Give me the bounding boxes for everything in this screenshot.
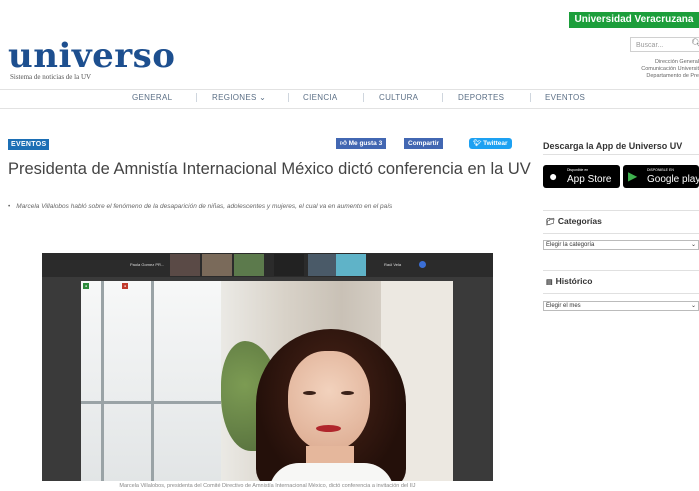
- month-select-value: Elegir el mes: [546, 303, 581, 309]
- folder-icon: 📁︎: [546, 219, 555, 226]
- video-status-badge: ●: [83, 283, 90, 289]
- google-play-button[interactable]: ▶ DISPONIBLE EN Google play: [623, 165, 699, 188]
- summary-text: Marcela Villalobos habló sobre el fenóme…: [16, 203, 393, 210]
- google-play-small-label: DISPONIBLE EN: [647, 168, 674, 172]
- participant-thumbnail: [336, 254, 366, 276]
- main-nav: GENERAL REGIONES ⌄ CIENCIA CULTURA DEPOR…: [0, 90, 699, 106]
- google-play-icon: ▶: [628, 169, 638, 183]
- apple-icon: ●: [549, 168, 558, 184]
- twitter-bird-icon: 🐦︎: [473, 140, 482, 147]
- article-summary: • Marcela Villalobos habló sobre el fenóm…: [8, 203, 528, 210]
- nav-separator: [363, 93, 364, 102]
- nav-separator: [442, 93, 443, 102]
- sidebar-rule: [543, 293, 699, 294]
- window-frame-bar: [151, 281, 154, 481]
- logo-subtitle: Sistema de noticias de la UV: [10, 73, 92, 81]
- sidebar-rule: [543, 154, 699, 155]
- nav-label: REGIONES: [212, 93, 257, 102]
- search-icon[interactable]: 🔍︎: [691, 38, 699, 49]
- speaker-eye: [341, 391, 354, 395]
- google-play-label: Google play: [647, 174, 699, 185]
- sidebar-rule: [543, 210, 699, 211]
- calendar-icon: ▤: [546, 279, 553, 286]
- speaker-lips: [316, 425, 341, 432]
- nav-separator: [530, 93, 531, 102]
- categories-heading: 📁︎ Categorías: [546, 216, 602, 226]
- search-input[interactable]: Buscar...: [630, 37, 699, 52]
- participant-avatar: [419, 261, 426, 268]
- main-video-frame: [81, 281, 453, 481]
- app-store-button[interactable]: ● Disponible en App Store: [543, 165, 620, 188]
- university-badge[interactable]: Universidad Veracruzana: [569, 12, 699, 28]
- participant-thumbnail: [170, 254, 200, 276]
- speaker-eye: [303, 391, 316, 395]
- nav-item-general[interactable]: GENERAL: [132, 93, 172, 102]
- department-info: Dirección General Comunicación Universit…: [619, 59, 699, 80]
- thumbs-up-icon: 👍︎: [340, 140, 347, 147]
- photo-caption: Marcela Villalobos, presidenta del Comit…: [119, 483, 416, 489]
- nav-item-ciencia[interactable]: CIENCIA: [303, 93, 338, 102]
- facebook-share-button[interactable]: Compartir: [404, 138, 444, 149]
- article-photo: Paola Gomez PR... Raúl Vela ● ●: [42, 253, 493, 481]
- nav-item-deportes[interactable]: DEPORTES: [458, 93, 504, 102]
- chevron-down-icon: ⌄: [690, 303, 696, 309]
- participant-name: Paola Gomez PR...: [130, 262, 165, 267]
- category-select-value: Elegir la categoría: [546, 242, 595, 248]
- speaker-shirt: [269, 463, 394, 481]
- history-heading-label: Histórico: [555, 276, 593, 286]
- bullet-icon: •: [8, 203, 11, 210]
- history-heading: ▤ Histórico: [546, 276, 592, 286]
- chevron-down-icon: ⌄: [259, 93, 267, 102]
- dept-line: Departamento de Pre: [646, 73, 699, 79]
- sidebar-rule: [543, 270, 699, 271]
- site-logo[interactable]: universo: [8, 38, 175, 74]
- app-store-label: App Store: [567, 174, 612, 185]
- participant-thumbnail: [274, 254, 304, 276]
- participant-thumbnail: [202, 254, 232, 276]
- chevron-down-icon: ⌄: [690, 242, 696, 248]
- window-background: [81, 281, 221, 481]
- recording-badge: ●: [122, 283, 129, 289]
- nav-separator: [196, 93, 197, 102]
- window-frame-bar: [101, 281, 104, 481]
- dept-line: Dirección General: [654, 59, 699, 65]
- participants-strip: Paola Gomez PR... Raúl Vela: [42, 253, 493, 277]
- participant-thumbnail: [308, 254, 338, 276]
- nav-separator: [288, 93, 289, 102]
- nav-bottom-rule: [0, 108, 699, 109]
- twitter-button[interactable]: 🐦︎ Twittear: [469, 138, 512, 149]
- nav-item-eventos[interactable]: EVENTOS: [545, 93, 585, 102]
- dept-line: Comunicación Universit: [641, 66, 699, 72]
- app-download-heading: Descarga la App de Universo UV: [543, 141, 683, 151]
- article-title: Presidenta de Amnistía Internacional Méx…: [8, 160, 531, 178]
- sidebar-rule: [543, 233, 699, 234]
- tweet-label: Twittear: [483, 140, 508, 147]
- participant-thumbnail: [234, 254, 264, 276]
- speaker-face: [288, 351, 370, 451]
- facebook-like-button[interactable]: 👍︎ Me gusta 3: [336, 138, 387, 149]
- category-select[interactable]: Elegir la categoría ⌄: [543, 240, 699, 250]
- nav-item-cultura[interactable]: CULTURA: [379, 93, 418, 102]
- app-store-small-label: Disponible en: [567, 168, 589, 172]
- window-frame-bar: [81, 401, 221, 404]
- month-select[interactable]: Elegir el mes ⌄: [543, 301, 699, 311]
- category-tag[interactable]: EVENTOS: [8, 139, 50, 150]
- like-label: Me gusta 3: [348, 140, 383, 147]
- participant-name: Raúl Vela: [384, 262, 402, 267]
- nav-item-regiones[interactable]: REGIONES ⌄: [212, 93, 266, 102]
- categories-heading-label: Categorías: [557, 216, 602, 226]
